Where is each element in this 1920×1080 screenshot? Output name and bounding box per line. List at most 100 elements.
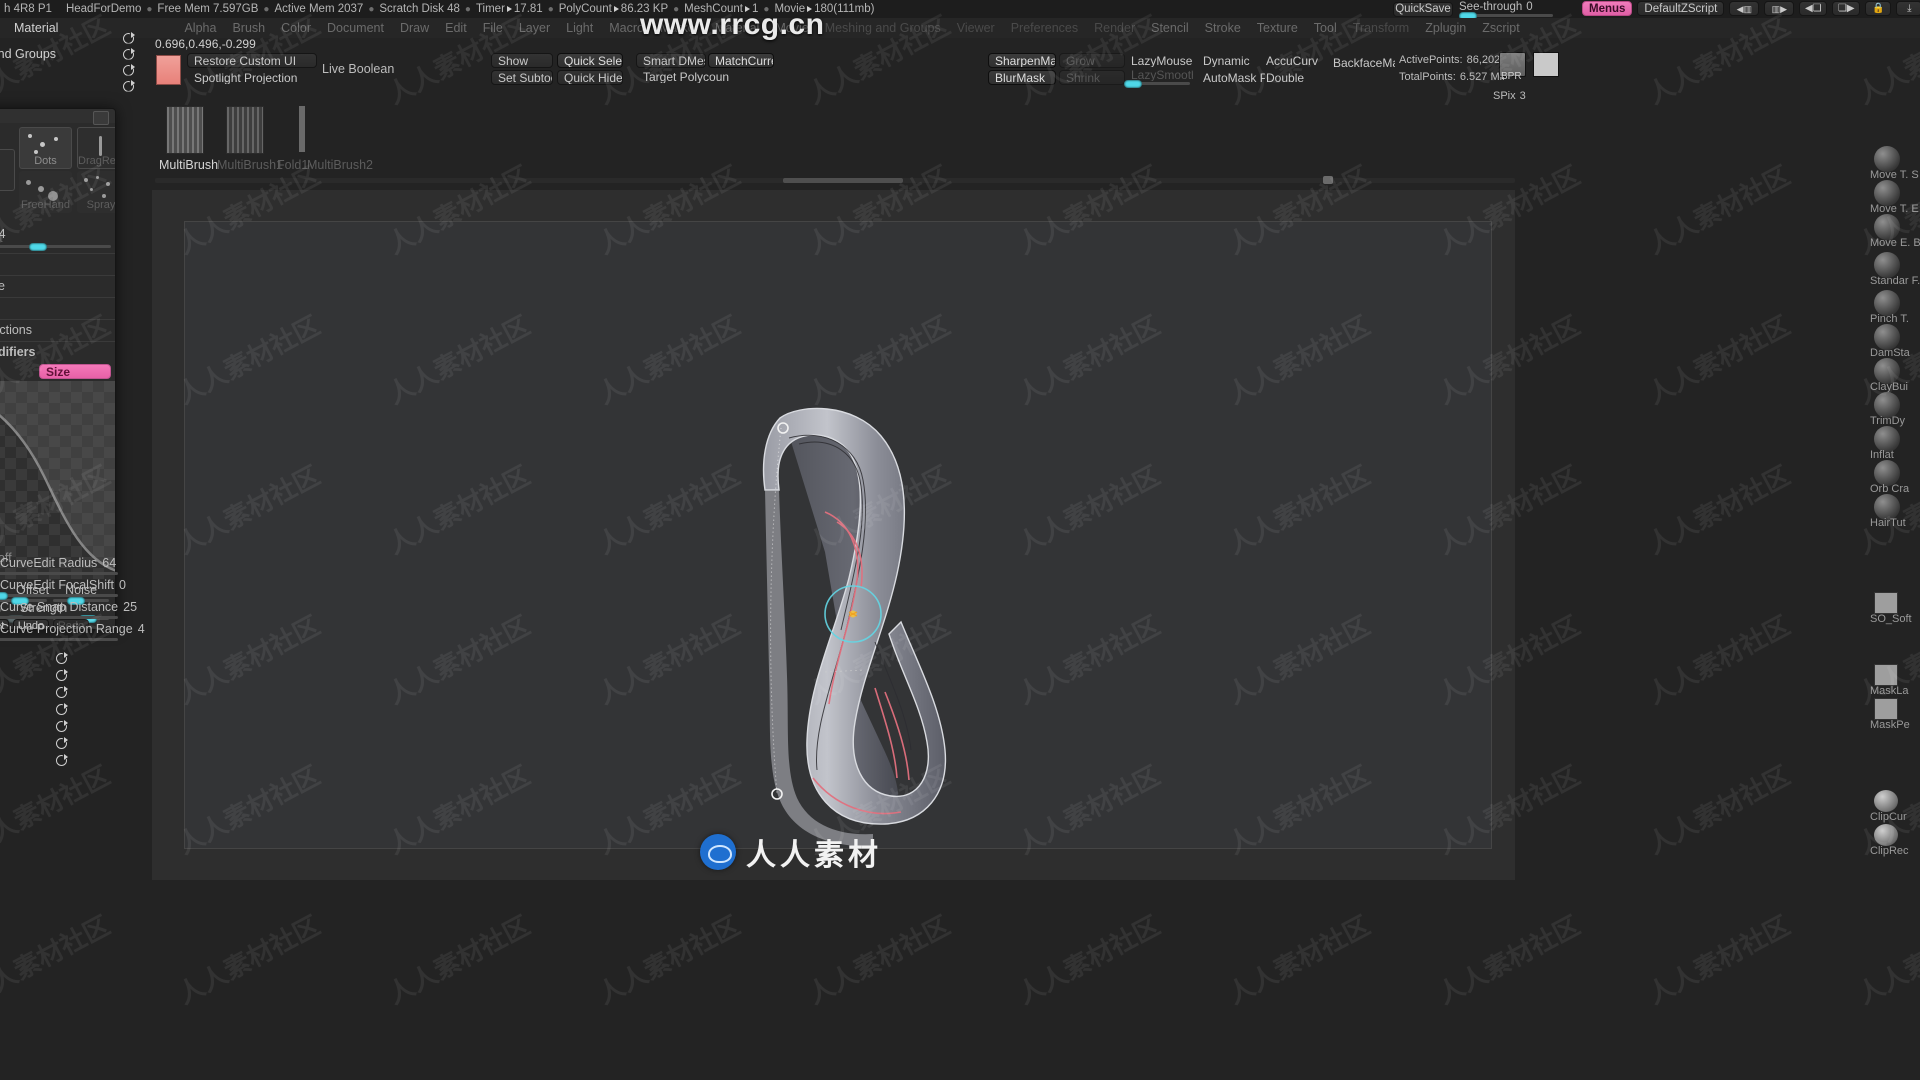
right-brush-maskpe[interactable]: MaskPe — [1860, 696, 1916, 731]
stroke-type-dragrect[interactable]: DragRect — [77, 127, 115, 169]
menu-item-stencil[interactable]: Stencil — [1143, 19, 1197, 37]
menu-items[interactable]: Alpha Brush Color Document Draw Edit File Layer… — [176, 19, 1527, 37]
stroke-type-spray[interactable]: Spray — [77, 171, 115, 213]
menu-item-alpha[interactable]: Alpha — [176, 19, 224, 37]
left-menu-panel[interactable]: MaterialMeshing and GroupsTransformStrok… — [0, 30, 145, 94]
live-boolean-label[interactable]: Live Boolean — [322, 62, 394, 76]
menu-item-render[interactable]: Render — [1086, 19, 1143, 37]
refresh-icon[interactable] — [55, 669, 68, 682]
left-menu-row-transform[interactable]: Transform — [0, 62, 145, 78]
double-button[interactable]: Double — [1259, 70, 1319, 85]
left-bottom-row-inventory[interactable]: Inventory — [0, 667, 130, 684]
zscript-button[interactable]: DefaultZScript — [1637, 1, 1725, 16]
stroke-type-freehand[interactable]: FreeHand — [19, 171, 72, 213]
menu-item-texture[interactable]: Texture — [1249, 19, 1306, 37]
layout-next-icon[interactable]: ❏▶ — [1832, 1, 1861, 16]
brush-thumb-2[interactable] — [226, 106, 264, 154]
right-brush-claybui[interactable]: ClayBui — [1860, 358, 1916, 393]
size-toggle-button[interactable]: Size — [39, 364, 111, 379]
right-brush-trimdy[interactable]: TrimDy — [1860, 392, 1916, 427]
spotlight-projection-button[interactable]: Spotlight Projection — [187, 70, 317, 85]
menu-item-document[interactable]: Document — [319, 19, 392, 37]
palette-row-curve[interactable]: Curve — [0, 297, 115, 319]
refresh-icon[interactable] — [55, 754, 68, 767]
restore-custom-ui-button[interactable]: Restore Custom UI — [187, 53, 317, 68]
zscript-next-icon[interactable]: ▥▶ — [1764, 1, 1795, 16]
menu-item-viewer[interactable]: Viewer — [949, 19, 1003, 37]
right-brush-standar-f-[interactable]: Standar F. — [1860, 252, 1920, 287]
palette-row-modifiers[interactable]: Modifiers — [0, 253, 115, 275]
menu-item-layer[interactable]: Layer — [511, 19, 558, 37]
render-preview-swatch[interactable] — [1533, 52, 1559, 77]
collapse-icon[interactable]: ⤓ — [1896, 1, 1920, 16]
stroke-type-dots-1[interactable]: Dots — [0, 149, 15, 191]
menu-item-zplugin[interactable]: Zplugin — [1417, 19, 1474, 37]
refresh-icon[interactable] — [122, 79, 135, 93]
lazy-mouse-button[interactable]: LazyMouse — [1124, 53, 1194, 68]
see-through-slider[interactable] — [1459, 11, 1553, 20]
refresh-icon[interactable] — [55, 686, 68, 699]
brush-palette[interactable]: Dots Dots DragRect FreeHand Spray Hi Res… — [0, 108, 116, 630]
refresh-icon[interactable] — [122, 63, 135, 77]
left-bottom-row-misc[interactable]: Misc — [0, 752, 130, 769]
brush-strip-scrollbar-thumb[interactable] — [783, 178, 903, 183]
curve-falloff-editor[interactable]: Curve Falloff — [0, 381, 115, 579]
refresh-icon[interactable] — [55, 737, 68, 750]
menu-item-tool[interactable]: Tool — [1306, 19, 1345, 37]
refresh-icon[interactable] — [55, 703, 68, 716]
right-brush-inflat[interactable]: Inflat — [1860, 426, 1916, 461]
smart-dmesh-button[interactable]: Smart DMesh — [636, 53, 706, 68]
menu-bar[interactable]: Material Alpha Brush Color Document Draw Edit… — [0, 18, 1920, 38]
sharpen-mask-button[interactable]: SharpenMask — [988, 53, 1056, 68]
right-brush-move-e-b[interactable]: Move E. B — [1860, 214, 1920, 249]
base-avg-slider[interactable] — [0, 242, 111, 251]
right-brush-move-t-e[interactable]: Move T. E — [1860, 180, 1919, 215]
brush-thumbnail-strip[interactable]: MultiBrush MultiBrush1 Fold1 MultiBrush2 — [155, 104, 1515, 184]
refresh-icon[interactable] — [122, 31, 135, 45]
match-current-button[interactable]: MatchCurrent — [708, 53, 774, 68]
quick-select-button[interactable]: Quick Select — [557, 53, 623, 68]
left-menu-row-meshing-and-groups[interactable]: Meshing and Groups — [0, 46, 145, 62]
menu-item-color[interactable]: Color — [273, 19, 319, 37]
left-bottom-row-color[interactable]: Color — [0, 650, 130, 667]
left-menu-row-material[interactable]: Material — [0, 30, 145, 46]
right-brush-pinch-t-[interactable]: Pinch T. — [1860, 290, 1916, 325]
quick-hide-button[interactable]: Quick Hide — [557, 70, 623, 85]
left-bottom-menu[interactable]: ColorInventoryLayerBrushMarkerMovieMisc — [0, 650, 130, 769]
left-bottom-row-movie[interactable]: Movie — [0, 735, 130, 752]
palette-row-curve-modifiers[interactable]: Curve Modifiers — [0, 341, 115, 363]
menu-item-stroke[interactable]: Stroke — [1197, 19, 1249, 37]
menus-button[interactable]: Menus — [1582, 1, 1633, 16]
left-menu-row-stroke[interactable]: Stroke — [0, 78, 145, 94]
palette-titlebar[interactable] — [0, 109, 115, 125]
left-bottom-row-marker[interactable]: Marker — [0, 718, 130, 735]
right-brush-orb-cra[interactable]: Orb Cra — [1860, 460, 1916, 495]
menu-item-draw[interactable]: Draw — [392, 19, 437, 37]
set-subtool-button[interactable]: Set Subtool — [491, 70, 553, 85]
shrink-button[interactable]: Shrink — [1059, 70, 1125, 85]
brush-thumb-1[interactable] — [166, 106, 204, 154]
brush-thumb-3[interactable] — [299, 106, 305, 152]
accu-curve-button[interactable]: AccuCurve — [1259, 53, 1319, 68]
menu-item-meshing-and-groups[interactable]: Meshing and Groups — [817, 19, 949, 37]
palette-row-lazymouse[interactable]: LazyMouse — [0, 275, 115, 297]
right-brush-cliprec[interactable]: ClipRec — [1860, 822, 1916, 857]
left-bottom-row-layer[interactable]: Layer — [0, 684, 130, 701]
stroke-type-dots-2[interactable]: Dots — [19, 127, 72, 169]
quicksave-button[interactable]: QuickSave — [1393, 1, 1453, 17]
refresh-icon[interactable] — [55, 720, 68, 733]
backface-mask-button[interactable]: BackfaceMask — [1326, 55, 1396, 70]
zscript-prev-icon[interactable]: ◀▥ — [1729, 1, 1760, 16]
slider-curve-snap-distance[interactable]: Curve Snap Distance 25 — [0, 600, 137, 619]
slider-curve-projection-range[interactable]: Curve Projection Range 4 — [0, 622, 145, 641]
right-brush-hairtut[interactable]: HairTut — [1860, 494, 1916, 529]
menu-item-light[interactable]: Light — [558, 19, 601, 37]
target-polycount-button[interactable]: Target Polycount 1 — [636, 69, 730, 84]
menu-item-file[interactable]: File — [475, 19, 511, 37]
menu-item-transform[interactable]: Transform — [1345, 19, 1418, 37]
right-brush-maskla[interactable]: MaskLa — [1860, 662, 1916, 697]
dynamic-button[interactable]: Dynamic — [1196, 53, 1258, 68]
palette-pin-icon[interactable] — [93, 111, 109, 125]
sculpt-model[interactable] — [185, 222, 1493, 850]
right-brush-so-soft[interactable]: SO_Soft — [1860, 590, 1916, 625]
